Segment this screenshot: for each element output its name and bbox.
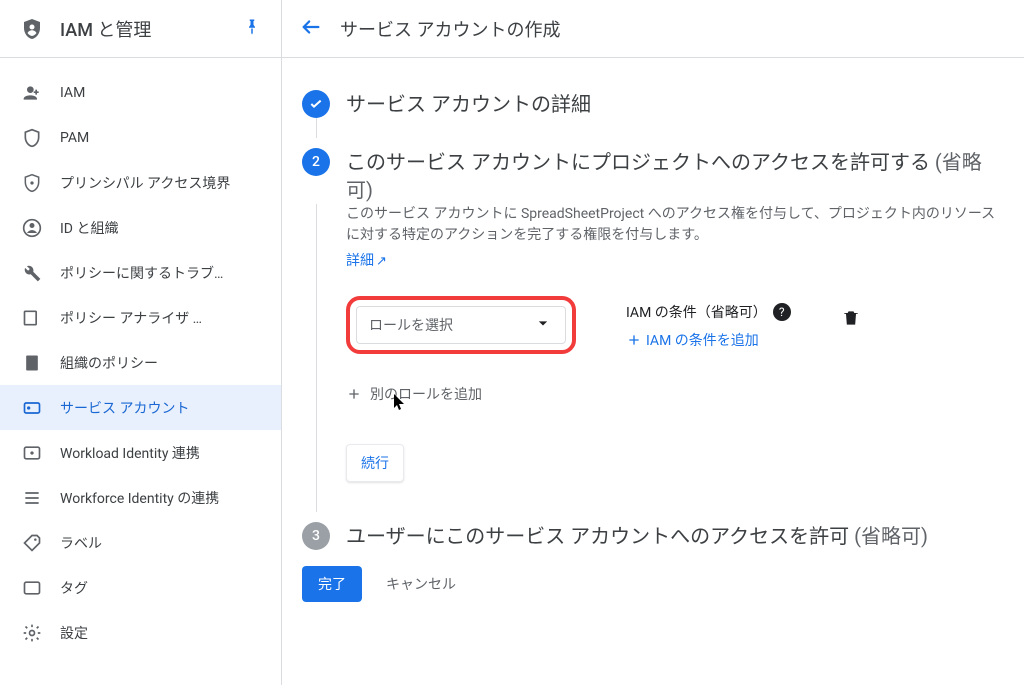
add-iam-condition-button[interactable]: IAM の条件を追加 xyxy=(626,330,791,350)
sidebar-item-labels[interactable]: ラベル xyxy=(0,520,281,565)
document-icon xyxy=(22,353,42,373)
sidebar-item-workload-identity[interactable]: Workload Identity 連携 xyxy=(0,430,281,475)
sidebar-item-label: ID と組織 xyxy=(60,218,118,238)
sidebar-item-service-accounts[interactable]: サービス アカウント xyxy=(0,385,281,430)
external-link-icon: ↗ xyxy=(376,254,387,269)
details-link[interactable]: 詳細↗ xyxy=(346,253,387,269)
step-2-header: 2 このサービス アカウントにプロジェクトへのアクセスを許可する (省略可) xyxy=(302,148,1004,204)
iam-condition-label: IAM の条件（省略可） ? xyxy=(626,302,791,322)
sidebar-item-label: ポリシーに関するトラブ… xyxy=(60,263,223,283)
step-3-header: 3 ユーザーにこのサービス アカウントへのアクセスを許可 (省略可) xyxy=(302,522,1004,550)
role-select-placeholder: ロールを選択 xyxy=(369,315,453,335)
account-icon xyxy=(22,218,42,238)
sidebar-header: IAM と管理 xyxy=(0,0,281,58)
step-1-title[interactable]: サービス アカウントの詳細 xyxy=(346,90,591,118)
sidebar-item-identity[interactable]: ID と組織 xyxy=(0,205,281,250)
wrench-icon xyxy=(22,263,42,283)
sidebar-item-label: 組織のポリシー xyxy=(60,353,158,373)
sidebar-item-label: サービス アカウント xyxy=(60,398,189,418)
sidebar-item-label: Workload Identity 連携 xyxy=(60,443,200,463)
sidebar-item-label: プリンシパル アクセス境界 xyxy=(60,173,230,193)
sidebar-title: IAM と管理 xyxy=(60,16,243,42)
sidebar-item-workforce-identity[interactable]: Workforce Identity の連携 xyxy=(0,475,281,520)
shield-icon xyxy=(20,17,44,41)
step-3-number: 3 xyxy=(302,522,330,550)
sidebar-nav-list: IAM PAM プリンシパル アクセス境界 ID と組織 ポリシーに関するトラブ… xyxy=(0,58,281,655)
step-2-number: 2 xyxy=(302,148,330,176)
sidebar-item-label: ポリシー アナライザ … xyxy=(60,308,202,328)
sidebar-item-tags[interactable]: タグ xyxy=(0,565,281,610)
shield-lock-icon xyxy=(22,173,42,193)
delete-role-icon[interactable] xyxy=(841,308,861,332)
help-icon[interactable]: ? xyxy=(773,303,791,321)
done-button[interactable]: 完了 xyxy=(302,566,362,602)
sidebar-item-label: ラベル xyxy=(60,533,102,553)
tag-icon xyxy=(22,533,42,553)
sidebar-item-label: Workforce Identity の連携 xyxy=(60,488,219,508)
analyzer-icon xyxy=(22,308,42,328)
sidebar-item-org-policies[interactable]: 組織のポリシー xyxy=(0,340,281,385)
sidebar-item-label: PAM xyxy=(60,130,89,146)
sidebar-item-iam[interactable]: IAM xyxy=(0,70,281,115)
shield-check-icon xyxy=(22,128,42,148)
sidebar-item-label: IAM xyxy=(60,85,85,101)
step-1-header: サービス アカウントの詳細 xyxy=(302,90,1004,118)
step-connector xyxy=(316,118,317,138)
sidebar-item-principal-access[interactable]: プリンシパル アクセス境界 xyxy=(0,160,281,205)
step-3-title[interactable]: ユーザーにこのサービス アカウントへのアクセスを許可 (省略可) xyxy=(346,522,928,550)
step-2-title: このサービス アカウントにプロジェクトへのアクセスを許可する (省略可) xyxy=(346,148,1004,204)
topbar: サービス アカウントの作成 xyxy=(282,0,1024,58)
continue-button[interactable]: 続行 xyxy=(346,444,404,482)
sidebar-item-pam[interactable]: PAM xyxy=(0,115,281,160)
back-arrow-icon[interactable] xyxy=(300,16,322,42)
sidebar-item-policy-analyzer[interactable]: ポリシー アナライザ … xyxy=(0,295,281,340)
step-done-icon xyxy=(302,90,330,118)
add-another-role-button[interactable]: 別のロールを追加 xyxy=(346,384,1004,404)
person-add-icon xyxy=(22,83,42,103)
sidebar-item-label: タグ xyxy=(60,578,88,598)
flag-icon xyxy=(22,578,42,598)
role-select[interactable]: ロールを選択 xyxy=(356,306,566,344)
step-2-description: このサービス アカウントに SpreadSheetProject へのアクセス権… xyxy=(346,204,1004,246)
chevron-down-icon xyxy=(533,313,553,337)
sidebar-item-label: 設定 xyxy=(60,623,88,643)
workload-icon xyxy=(22,443,42,463)
sidebar-item-policy-troubleshoot[interactable]: ポリシーに関するトラブ… xyxy=(0,250,281,295)
workforce-icon xyxy=(22,488,42,508)
role-select-highlight: ロールを選択 xyxy=(346,296,576,354)
gear-icon xyxy=(22,623,42,643)
step-connector xyxy=(316,204,317,512)
sidebar-item-settings[interactable]: 設定 xyxy=(0,610,281,655)
pin-icon[interactable] xyxy=(243,18,261,40)
cancel-button[interactable]: キャンセル xyxy=(386,574,456,594)
badge-icon xyxy=(22,398,42,418)
cursor-icon xyxy=(392,392,408,412)
page-title: サービス アカウントの作成 xyxy=(340,16,560,42)
